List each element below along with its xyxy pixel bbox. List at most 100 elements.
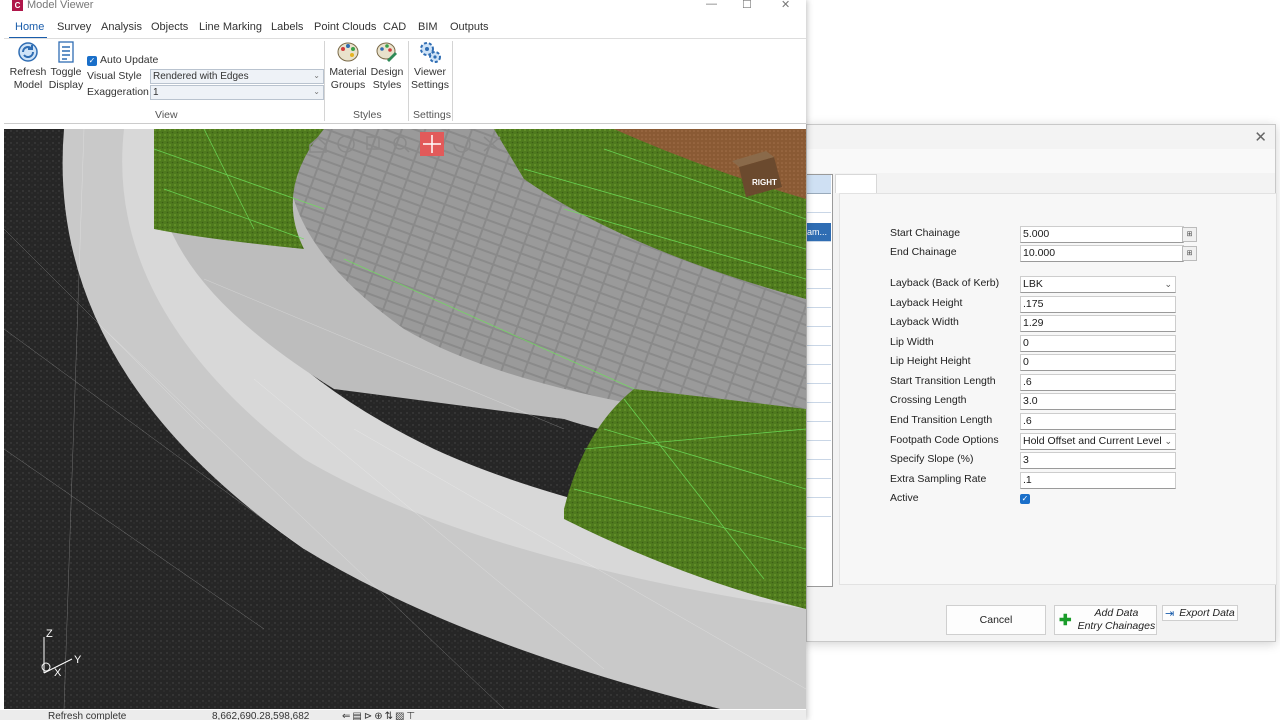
export-data-button[interactable]: ⇥ Export Data	[1162, 605, 1238, 621]
list-item[interactable]	[807, 327, 831, 346]
exaggeration-value: 1	[153, 87, 159, 98]
design-line1: Design	[370, 66, 404, 78]
minimize-button[interactable]: —	[706, 0, 717, 10]
active-checkbox[interactable]: ✓	[1020, 494, 1030, 504]
window-title: Model Viewer	[27, 0, 94, 11]
menu-line-marking[interactable]: Line Marking	[199, 21, 262, 33]
start-chainage-label: Start Chainage	[890, 227, 961, 239]
status-bar: Refresh complete 8,662,690.28,598,682 ⇐▤…	[0, 710, 806, 720]
3d-viewport[interactable]: RIGHT Z Y X	[4, 129, 806, 709]
list-item-text: am...	[807, 227, 828, 237]
viewer-settings-line2: Settings	[411, 79, 449, 91]
design-styles-button[interactable]: Design Styles	[368, 40, 406, 92]
menu-bim[interactable]: BIM	[418, 21, 438, 33]
footpath-code-select[interactable]: Hold Offset and Current Level ⌄	[1020, 433, 1176, 450]
chainage-list[interactable]: am...	[807, 174, 833, 587]
layback-height-input[interactable]: .175	[1020, 296, 1176, 313]
auto-update-checkbox[interactable]: ✓	[87, 56, 97, 66]
toggle-line2: Display	[48, 79, 84, 91]
dialog-close-button[interactable]: ✕	[1254, 128, 1267, 146]
layback-width-input[interactable]: 1.29	[1020, 315, 1176, 332]
cancel-button[interactable]: Cancel	[946, 605, 1046, 635]
group-label-styles: Styles	[353, 109, 382, 121]
design-styles-icon	[376, 42, 397, 62]
menu-cad[interactable]: CAD	[383, 21, 406, 33]
close-button[interactable]: ✕	[781, 0, 790, 11]
list-item-selected[interactable]: am...	[807, 223, 831, 242]
toggle-display-button[interactable]: Toggle Display	[48, 40, 84, 92]
specify-slope-input[interactable]: 3	[1020, 452, 1176, 469]
title-bar: C Model Viewer — ☐ ✕	[0, 0, 806, 14]
app-icon: C	[12, 0, 23, 11]
status-message: Refresh complete	[48, 711, 127, 720]
menu-home[interactable]: Home	[15, 21, 44, 33]
menu-labels[interactable]: Labels	[271, 21, 303, 33]
menu-outputs[interactable]: Outputs	[450, 21, 489, 33]
list-item[interactable]	[807, 460, 831, 479]
dialog-tab[interactable]	[835, 174, 877, 193]
menu-bar: Home Survey Analysis Objects Line Markin…	[0, 17, 806, 37]
list-item[interactable]	[807, 422, 831, 441]
axis-z-label: Z	[46, 628, 53, 640]
start-chainage-input[interactable]: 5.000	[1020, 226, 1184, 243]
lip-width-input[interactable]: 0	[1020, 335, 1176, 352]
group-label-settings: Settings	[413, 109, 451, 121]
material-groups-button[interactable]: Material Groups	[328, 40, 368, 92]
plus-icon: ✚	[1059, 612, 1072, 629]
material-line2: Groups	[330, 79, 366, 91]
crossing-length-input[interactable]: 3.0	[1020, 393, 1176, 410]
layback-label: Layback (Back of Kerb)	[890, 277, 1000, 289]
model-viewer-window: C Model Viewer — ☐ ✕ Home Survey Analysi…	[0, 0, 806, 720]
list-item[interactable]	[807, 270, 831, 289]
road-crossing-dialog: ✕ am... Start Chainage 5.000 ⊞ End Chain…	[806, 124, 1277, 642]
lip-height-label: Lip Height Height	[890, 355, 971, 367]
layback-select[interactable]: LBK ⌄	[1020, 276, 1176, 293]
list-item[interactable]	[807, 194, 831, 213]
palette-icon	[337, 42, 359, 62]
end-transition-input[interactable]: .6	[1020, 413, 1176, 430]
lip-width-label: Lip Width	[890, 336, 934, 348]
menu-point-clouds[interactable]: Point Clouds	[314, 21, 376, 33]
list-item[interactable]	[807, 498, 831, 517]
start-transition-input[interactable]: .6	[1020, 374, 1176, 391]
list-item[interactable]	[807, 346, 831, 365]
list-item[interactable]	[807, 251, 831, 270]
exaggeration-label: Exaggeration	[87, 86, 149, 98]
extra-sampling-input[interactable]: .1	[1020, 472, 1176, 489]
lip-height-input[interactable]: 0	[1020, 354, 1176, 371]
refresh-icon	[18, 42, 38, 62]
properties-panel: Start Chainage 5.000 ⊞ End Chainage 10.0…	[839, 193, 1277, 585]
list-item[interactable]	[807, 308, 831, 327]
crossing-length-label: Crossing Length	[890, 394, 967, 406]
design-line2: Styles	[372, 79, 402, 91]
menu-objects[interactable]: Objects	[151, 21, 188, 33]
exaggeration-select[interactable]: 1 ⌄	[150, 85, 324, 100]
list-item[interactable]	[807, 441, 831, 460]
viewer-settings-line1: Viewer	[414, 66, 446, 78]
list-item[interactable]	[807, 384, 831, 403]
add-button-line2: Entry Chainages	[1077, 620, 1156, 632]
list-item[interactable]	[807, 365, 831, 384]
group-separator	[408, 41, 409, 121]
start-chainage-pick-button[interactable]: ⊞	[1182, 227, 1197, 242]
group-separator	[452, 41, 453, 121]
refresh-model-button[interactable]: Refresh Model	[8, 40, 48, 92]
menu-analysis[interactable]: Analysis	[101, 21, 142, 33]
list-item[interactable]	[807, 403, 831, 422]
gear-icon	[420, 42, 441, 63]
nav-cube-label: RIGHT	[752, 178, 777, 187]
start-transition-label: Start Transition Length	[890, 375, 996, 387]
menu-survey[interactable]: Survey	[57, 21, 91, 33]
refresh-line1: Refresh	[9, 66, 47, 78]
maximize-button[interactable]: ☐	[742, 0, 752, 11]
chevron-down-icon: ⌄	[313, 87, 320, 96]
add-data-entry-chainages-button[interactable]: ✚ Add Data Entry Chainages	[1054, 605, 1157, 635]
end-chainage-label: End Chainage	[890, 246, 957, 258]
list-item[interactable]	[807, 479, 831, 498]
visual-style-select[interactable]: Rendered with Edges ⌄	[150, 69, 324, 84]
viewer-settings-button[interactable]: Viewer Settings	[410, 40, 450, 92]
end-chainage-pick-button[interactable]: ⊞	[1182, 246, 1197, 261]
status-toolbar-icons[interactable]: ⇐▤⊳⊕⇅▨⊤	[342, 711, 417, 720]
end-chainage-input[interactable]: 10.000	[1020, 245, 1184, 262]
list-item[interactable]	[807, 289, 831, 308]
